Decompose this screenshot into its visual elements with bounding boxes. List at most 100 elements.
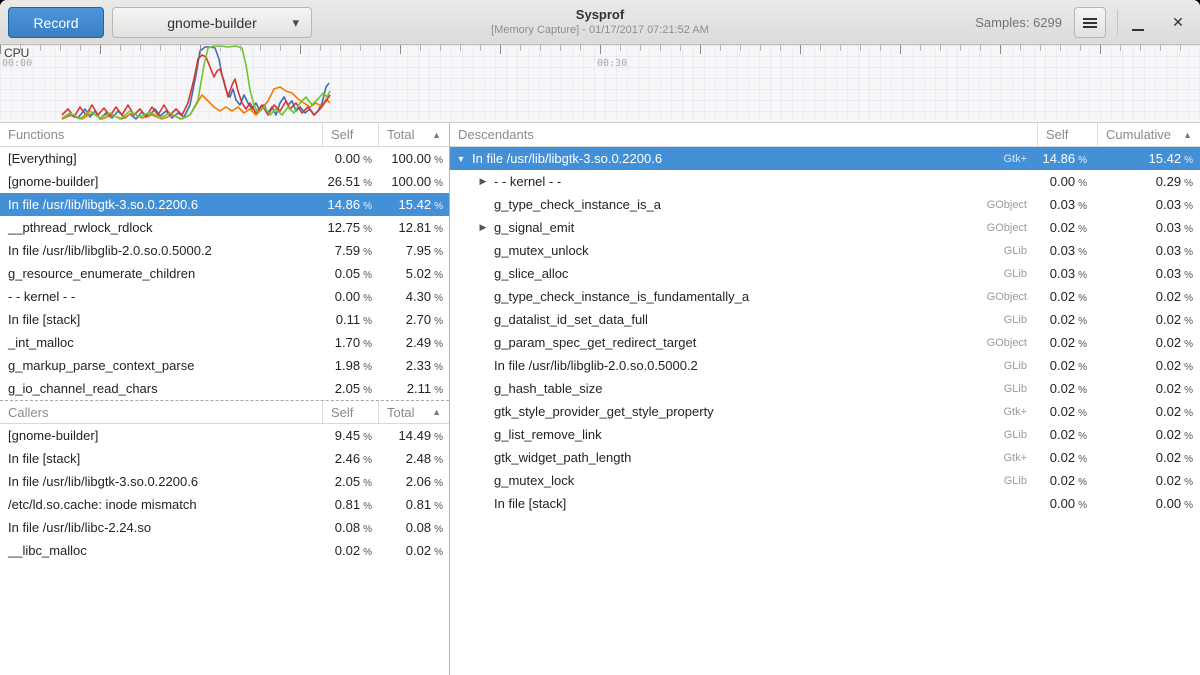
percent-sign: % (1184, 247, 1193, 258)
timeline-tick (820, 45, 821, 51)
tree-row[interactable]: g_type_check_instance_is_aGObject0.03%0.… (450, 193, 1200, 216)
cumulative-percent: 0.03% (1097, 197, 1200, 212)
timeline-tick (320, 45, 321, 51)
table-row[interactable]: g_resource_enumerate_children0.05%5.02% (0, 262, 449, 285)
library-category-label: GLib (963, 314, 1027, 326)
cumulative-percent: 0.02% (1097, 427, 1200, 442)
function-name: [gnome-builder] (0, 428, 322, 443)
sysprof-window: Record gnome-builder ▾ Sysprof [Memory C… (0, 0, 1200, 675)
total-column-header[interactable]: Total ▲ (378, 401, 449, 423)
function-name: In file /usr/lib/libglib-2.0.so.0.5000.2 (494, 358, 698, 373)
table-row[interactable]: g_io_channel_read_chars2.05%2.11% (0, 377, 449, 400)
table-row[interactable]: [gnome-builder]9.45%14.49% (0, 424, 449, 447)
self-percent-value: 0.02 (1050, 473, 1075, 488)
tree-row[interactable]: g_type_check_instance_is_fundamentally_a… (450, 285, 1200, 308)
cpu-green-line (62, 46, 330, 119)
functions-column-header[interactable]: Functions (0, 123, 322, 146)
table-row[interactable]: In file /usr/lib/libc-2.24.so0.08%0.08% (0, 516, 449, 539)
table-row[interactable]: /etc/ld.so.cache: inode mismatch0.81%0.8… (0, 493, 449, 516)
function-name: In file [stack] (0, 451, 322, 466)
cpu-graph[interactable]: CPU 00:0000:30 (0, 45, 1200, 123)
percent-sign: % (1184, 477, 1193, 488)
total-percent: 5.02% (378, 266, 449, 281)
cumulative-percent: 0.02% (1097, 335, 1200, 350)
self-column-header[interactable]: Self (322, 123, 378, 146)
tree-row[interactable]: gtk_style_provider_get_style_propertyGtk… (450, 400, 1200, 423)
self-column-header[interactable]: Self (322, 401, 378, 423)
tree-row[interactable]: g_mutex_lockGLib0.02%0.02% (450, 469, 1200, 492)
table-row[interactable]: g_markup_parse_context_parse1.98%2.33% (0, 354, 449, 377)
table-row[interactable]: __pthread_rwlock_rdlock12.75%12.81% (0, 216, 449, 239)
table-row[interactable]: In file /usr/lib/libgtk-3.so.0.2200.62.0… (0, 470, 449, 493)
expander-closed-icon[interactable]: ▶ (478, 176, 488, 187)
tree-row[interactable]: g_param_spec_get_redirect_targetGObject0… (450, 331, 1200, 354)
percent-sign: % (1078, 293, 1087, 304)
timeline-tick (620, 45, 621, 51)
total-percent-value: 2.70 (406, 312, 431, 327)
tree-row[interactable]: g_datalist_id_set_data_fullGLib0.02%0.02… (450, 308, 1200, 331)
tree-row[interactable]: ▼In file /usr/lib/libgtk-3.so.0.2200.6Gt… (450, 147, 1200, 170)
total-percent: 12.81% (378, 220, 449, 235)
tree-row[interactable]: g_slice_allocGLib0.03%0.03% (450, 262, 1200, 285)
table-row[interactable]: [Everything]0.00%100.00% (0, 147, 449, 170)
menu-button[interactable] (1074, 7, 1106, 38)
total-percent: 2.11% (378, 381, 449, 396)
self-percent: 7.59% (322, 243, 378, 258)
target-selector-dropdown[interactable]: gnome-builder ▾ (112, 7, 312, 38)
total-percent-value: 100.00 (391, 174, 431, 189)
table-row[interactable]: In file /usr/lib/libgtk-3.so.0.2200.614.… (0, 193, 449, 216)
table-row[interactable]: _int_malloc1.70%2.49% (0, 331, 449, 354)
expander-open-icon[interactable]: ▼ (456, 154, 466, 164)
self-percent-value: 0.08 (335, 520, 360, 535)
timeline-tick (180, 45, 181, 51)
self-percent-value: 0.02 (1050, 358, 1075, 373)
descendant-name-cell: ▶g_signal_emit (450, 220, 963, 235)
cumulative-percent-value: 0.02 (1156, 358, 1181, 373)
minimize-button[interactable] (1126, 7, 1150, 38)
self-percent: 0.02% (1027, 450, 1097, 465)
cumulative-percent-value: 0.02 (1156, 473, 1181, 488)
total-percent-value: 2.11 (407, 381, 431, 396)
table-row[interactable]: - - kernel - -0.00%4.30% (0, 285, 449, 308)
table-row[interactable]: In file [stack]2.46%2.48% (0, 447, 449, 470)
tree-row[interactable]: ▶g_signal_emitGObject0.02%0.03% (450, 216, 1200, 239)
total-column-header[interactable]: Total ▲ (378, 123, 449, 146)
table-row[interactable]: [gnome-builder]26.51%100.00% (0, 170, 449, 193)
record-button[interactable]: Record (8, 7, 104, 38)
total-percent: 2.48% (378, 451, 449, 466)
timeline-tick (960, 45, 961, 51)
percent-sign: % (363, 155, 372, 166)
descendants-column-header[interactable]: Descendants (450, 123, 1037, 146)
library-category-label: GLib (963, 475, 1027, 487)
tree-row[interactable]: In file [stack]0.00%0.00% (450, 492, 1200, 515)
table-row[interactable]: In file /usr/lib/libglib-2.0.so.0.5000.2… (0, 239, 449, 262)
expander-closed-icon[interactable]: ▶ (478, 222, 488, 233)
cumulative-column-header[interactable]: Cumulative ▲ (1097, 123, 1200, 146)
callers-column-header[interactable]: Callers (0, 401, 322, 423)
pane-divider[interactable] (449, 123, 450, 675)
percent-sign: % (434, 524, 443, 535)
descendant-name-cell: g_type_check_instance_is_a (450, 197, 963, 212)
tree-row[interactable]: In file /usr/lib/libglib-2.0.so.0.5000.2… (450, 354, 1200, 377)
cumulative-percent: 0.03% (1097, 220, 1200, 235)
self-percent-value: 0.03 (1050, 197, 1075, 212)
tree-row[interactable]: g_hash_table_sizeGLib0.02%0.02% (450, 377, 1200, 400)
descendant-name-cell: g_list_remove_link (450, 427, 963, 442)
timeline-tick (300, 45, 301, 54)
function-name: __libc_malloc (0, 543, 322, 558)
table-row[interactable]: __libc_malloc0.02%0.02% (0, 539, 449, 562)
self-column-header[interactable]: Self (1037, 123, 1097, 146)
total-column-label: Total (387, 405, 414, 420)
timeline-tick (860, 45, 861, 51)
timeline-tick (380, 45, 381, 51)
cumulative-percent-value: 0.29 (1156, 174, 1181, 189)
timeline-tick (800, 45, 801, 54)
tree-row[interactable]: g_list_remove_linkGLib0.02%0.02% (450, 423, 1200, 446)
tree-row[interactable]: gtk_widget_path_lengthGtk+0.02%0.02% (450, 446, 1200, 469)
self-percent: 2.05% (322, 381, 378, 396)
table-row[interactable]: In file [stack]0.11%2.70% (0, 308, 449, 331)
tree-row[interactable]: ▶- - kernel - -0.00%0.29% (450, 170, 1200, 193)
tree-row[interactable]: g_mutex_unlockGLib0.03%0.03% (450, 239, 1200, 262)
percent-sign: % (1078, 201, 1087, 212)
close-button[interactable]: ✕ (1164, 7, 1192, 38)
